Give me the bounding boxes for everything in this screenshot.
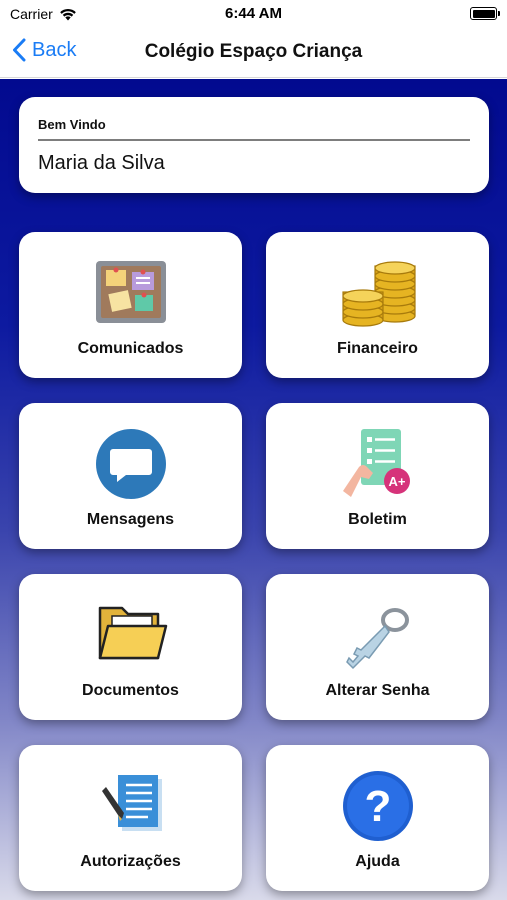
tile-ajuda[interactable]: ? Ajuda <box>266 745 489 891</box>
welcome-divider <box>38 139 470 141</box>
navigation-bar: Back Colégio Espaço Criança <box>0 28 507 78</box>
help-icon: ? <box>342 771 413 841</box>
tile-label: Ajuda <box>355 853 400 870</box>
signed-document-icon <box>101 775 162 831</box>
clock: 6:44 AM <box>225 5 282 22</box>
welcome-label: Bem Vindo <box>38 117 106 132</box>
report-card-icon: A+ <box>342 429 410 497</box>
bulletin-board-icon <box>95 261 166 323</box>
status-bar: Carrier 6:44 AM <box>0 0 507 28</box>
tile-mensagens[interactable]: Mensagens <box>19 403 242 549</box>
chat-bubble-icon <box>95 429 166 499</box>
folder-icon <box>98 606 167 660</box>
tile-label: Autorizações <box>80 853 181 870</box>
tile-label: Mensagens <box>86 511 175 528</box>
tile-comunicados[interactable]: Comunicados <box>19 232 242 378</box>
key-icon <box>345 608 409 670</box>
user-name: Maria da Silva <box>38 152 165 174</box>
tile-alterar-senha[interactable]: Alterar Senha <box>266 574 489 720</box>
svg-text:A+: A+ <box>388 474 405 489</box>
tile-label: Financeiro <box>337 340 418 357</box>
tile-label: Documentos <box>82 682 179 699</box>
battery-icon <box>470 7 500 20</box>
page-title: Colégio Espaço Criança <box>144 41 363 62</box>
dashboard: Bem Vindo Maria da Silva Comunicados Fin… <box>0 79 507 900</box>
tile-financeiro[interactable]: Financeiro <box>266 232 489 378</box>
tile-documentos[interactable]: Documentos <box>19 574 242 720</box>
svg-text:?: ? <box>364 782 391 831</box>
tile-label: Comunicados <box>77 340 184 357</box>
welcome-card: Bem Vindo Maria da Silva <box>19 97 489 193</box>
gold-coins-icon <box>341 261 416 327</box>
tile-label: Alterar Senha <box>325 682 430 699</box>
tile-label: Boletim <box>348 511 407 528</box>
tile-autorizacoes[interactable]: Autorizações <box>19 745 242 891</box>
tile-boletim[interactable]: A+ Boletim <box>266 403 489 549</box>
